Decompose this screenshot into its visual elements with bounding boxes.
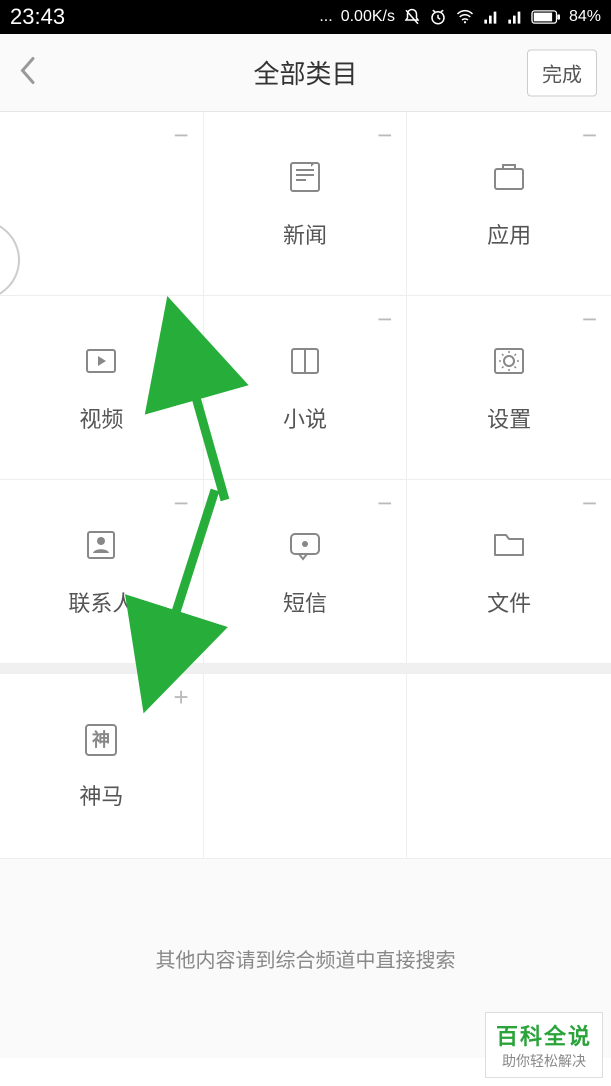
category-cell-video[interactable]: − 视频 (0, 296, 204, 480)
minus-icon[interactable]: − (173, 490, 188, 516)
category-cell-news[interactable]: − 新闻 (204, 112, 408, 296)
category-label: 应用 (487, 218, 531, 250)
ellipsis-icon: ... (319, 8, 332, 26)
watermark: 百科全说 助你轻松解决 (485, 1012, 603, 1078)
news-icon (285, 157, 325, 202)
category-cell-sms[interactable]: − 短信 (204, 480, 408, 664)
category-cell-contacts[interactable]: − 联系人 (0, 480, 204, 664)
categories-grid: − − 新闻 − 应用 − 视频 − 小说 − 设置 − (0, 112, 611, 664)
minus-icon[interactable]: − (377, 122, 392, 148)
signal-icon (483, 9, 499, 25)
done-button[interactable]: 完成 (527, 49, 597, 96)
minus-icon[interactable]: − (377, 490, 392, 516)
shenma-icon: 神 (83, 722, 119, 763)
category-cell-blank[interactable]: − (0, 112, 204, 296)
category-label: 神马 (79, 779, 123, 811)
settings-icon (489, 341, 529, 386)
minus-icon[interactable]: − (582, 306, 597, 332)
category-cell-files[interactable]: − 文件 (407, 480, 611, 664)
category-cell-novel[interactable]: − 小说 (204, 296, 408, 480)
network-speed: 0.00K/s (341, 8, 395, 26)
status-bar: 23:43 ... 0.00K/s 84% (0, 0, 611, 34)
header: 全部类目 完成 (0, 34, 611, 112)
category-cell-settings[interactable]: − 设置 (407, 296, 611, 480)
category-label: 短信 (283, 586, 327, 618)
section-divider (0, 664, 611, 674)
battery-icon (531, 10, 561, 24)
watermark-title: 百科全说 (496, 1019, 592, 1051)
contact-icon (81, 525, 121, 570)
minus-icon[interactable]: − (377, 306, 392, 332)
folder-icon (489, 525, 529, 570)
status-indicators: ... 0.00K/s 84% (319, 8, 601, 26)
watermark-subtitle: 助你轻松解决 (496, 1051, 592, 1071)
back-button[interactable] (18, 55, 36, 90)
minus-icon[interactable]: − (173, 122, 188, 148)
page-title: 全部类目 (253, 54, 357, 91)
empty-cell (407, 674, 611, 858)
category-label: 新闻 (283, 218, 327, 250)
signal-icon-2 (507, 9, 523, 25)
category-label: 设置 (487, 402, 531, 434)
minus-icon[interactable]: − (582, 490, 597, 516)
chevron-left-icon (18, 55, 36, 85)
bell-mute-icon (403, 8, 421, 26)
battery-percent: 84% (569, 8, 601, 26)
category-label: 联系人 (68, 586, 134, 618)
category-label: 文件 (487, 586, 531, 618)
alarm-icon (429, 8, 447, 26)
message-icon (285, 525, 325, 570)
wifi-icon (455, 8, 475, 26)
empty-cell (204, 674, 408, 858)
app-icon (489, 157, 529, 202)
plus-icon[interactable]: + (173, 684, 188, 710)
category-cell-shenma[interactable]: + 神 神马 (0, 674, 204, 858)
category-cell-app[interactable]: − 应用 (407, 112, 611, 296)
category-label: 视频 (79, 402, 123, 434)
minus-icon[interactable]: − (582, 122, 597, 148)
status-time: 23:43 (10, 4, 65, 30)
svg-text:神: 神 (92, 729, 110, 750)
other-categories-grid: + 神 神马 (0, 674, 611, 858)
video-icon (81, 341, 121, 386)
minus-icon[interactable]: − (173, 306, 188, 332)
book-icon (285, 341, 325, 386)
category-label: 小说 (283, 402, 327, 434)
